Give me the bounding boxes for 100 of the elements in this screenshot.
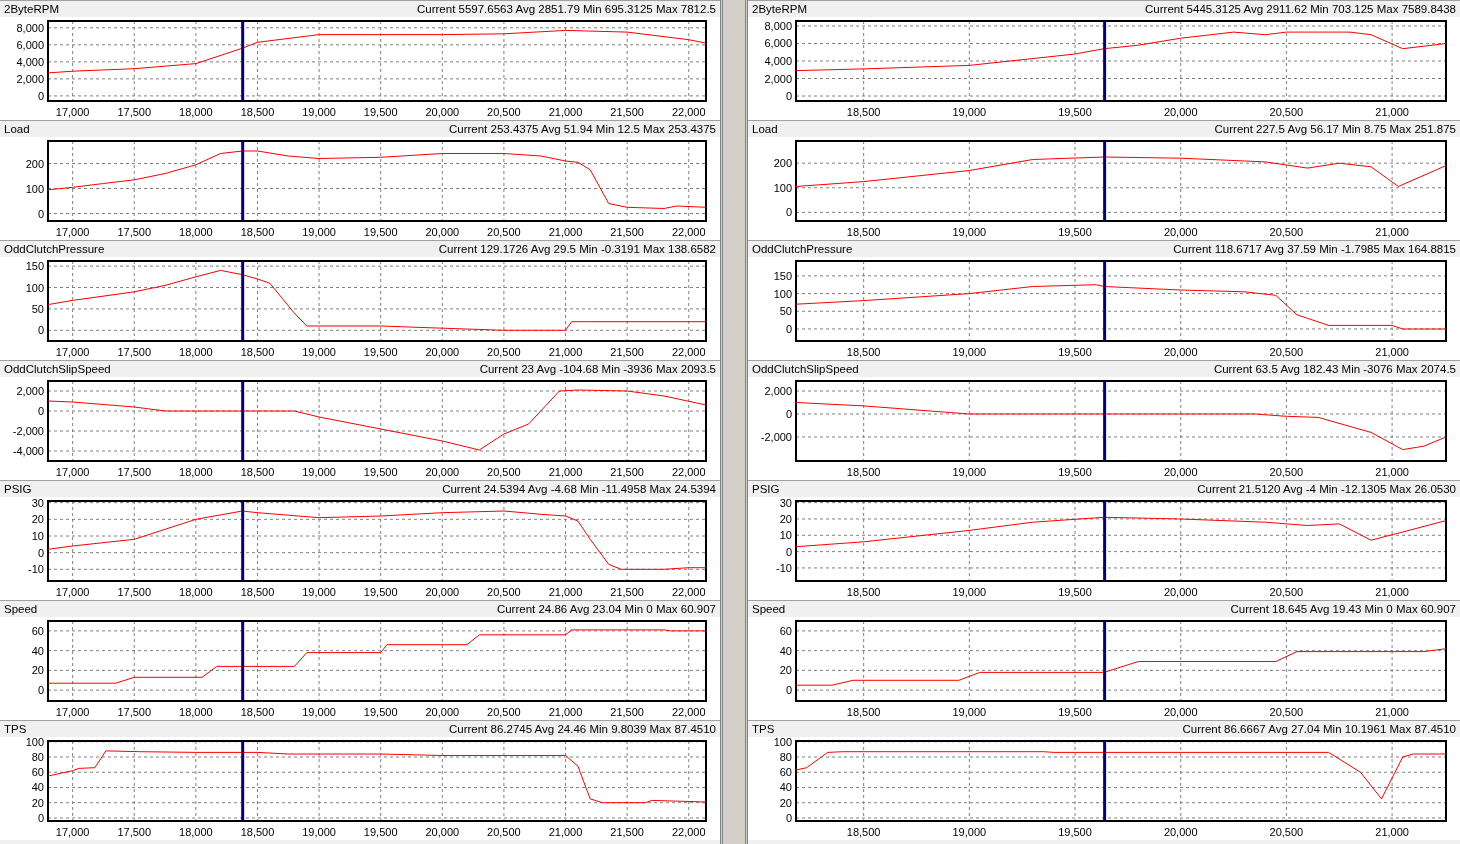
axis-tick-label: -10 (776, 561, 792, 574)
axis-tick-label: 0 (785, 322, 792, 335)
chart-stats: Current 23 Avg -104.68 Min -3936 Max 2093.5 (479, 363, 716, 375)
axis-tick-label: 20,000 (425, 706, 460, 718)
axis-tick-label: 18,500 (846, 466, 881, 478)
axis-tick-label: 19,500 (363, 346, 398, 358)
axis-tick-label: 17,500 (117, 106, 152, 118)
axis-tick-label: 20,000 (1163, 466, 1198, 478)
axis-tick-label: 19,000 (302, 706, 336, 718)
axis-tick-label: 10 (779, 529, 792, 542)
axis-tick-label: 50 (31, 302, 44, 315)
axis-tick-label: 40 (31, 644, 44, 657)
axis-tick-label: 20,500 (1269, 466, 1304, 478)
axis-tick-label: 19,500 (1058, 706, 1092, 718)
axis-tick-label: 18,500 (240, 346, 275, 358)
axis-tick-label: 21,000 (548, 346, 583, 358)
axis-tick-label: 19,000 (302, 106, 336, 118)
chart-title: TPS (4, 723, 27, 735)
axis-tick-label: 20,500 (487, 106, 521, 118)
axis-tick-label: 20,000 (1163, 346, 1198, 358)
chart-title: OddClutchSlipSpeed (752, 363, 859, 375)
axis-tick-label: 20,500 (1269, 226, 1304, 238)
chart-title: 2ByteRPM (752, 3, 807, 15)
axis-tick-label: 21,500 (610, 826, 644, 838)
chart-title: 2ByteRPM (4, 3, 59, 15)
axis-tick-label: 19,000 (302, 586, 336, 598)
axis-tick-label: 20,000 (1163, 706, 1198, 718)
axis-tick-label: 17,500 (117, 706, 152, 718)
chart-title: Load (4, 123, 30, 135)
chart-stats: Current 227.5 Avg 56.17 Min 8.75 Max 251.875 (1214, 123, 1456, 135)
axis-tick-label: 21,000 (1375, 346, 1409, 358)
chart-title: TPS (752, 723, 775, 735)
chart-title: OddClutchPressure (4, 243, 105, 255)
axis-tick-label: 40 (31, 781, 44, 794)
chart-title: PSIG (752, 483, 780, 495)
axis-tick-label: 22,000 (671, 466, 706, 478)
axis-tick-label: 21,000 (1375, 466, 1409, 478)
axis-tick-label: 18,500 (846, 346, 881, 358)
axis-tick-label: 0 (37, 89, 44, 102)
axis-tick-label: 20,000 (1163, 826, 1198, 838)
axis-tick-label: 18,000 (179, 466, 213, 478)
axis-tick-label: -2,000 (12, 425, 44, 437)
axis-tick-label: 21,500 (610, 226, 644, 238)
axis-tick-label: 18,000 (179, 346, 213, 358)
axis-tick-label: 20 (779, 664, 792, 677)
axis-tick-label: 19,500 (363, 106, 398, 118)
axis-tick-label: 100 (25, 281, 44, 294)
axis-tick-label: 18,500 (240, 826, 275, 838)
axis-tick-label: 21,500 (610, 466, 644, 478)
axis-tick-label: 18,500 (846, 586, 881, 598)
axis-tick-label: 21,000 (1375, 106, 1409, 118)
axis-tick-label: 21,500 (610, 346, 644, 358)
axis-tick-label: 18,500 (846, 106, 881, 118)
axis-tick-label: 19,000 (952, 466, 987, 478)
axis-tick-label: 20,000 (1163, 106, 1198, 118)
axis-tick-label: 18,000 (179, 226, 213, 238)
axis-tick-label: 19,000 (952, 706, 987, 718)
axis-tick-label: 100 (773, 737, 792, 748)
axis-tick-label: 21,000 (548, 586, 583, 598)
chart-stats: Current 18.645 Avg 19.43 Min 0 Max 60.907 (1230, 603, 1456, 615)
axis-tick-label: 0 (785, 206, 792, 219)
axis-tick-label: 17,000 (55, 466, 90, 478)
axis-tick-label: 0 (785, 684, 792, 697)
axis-tick-label: 18,500 (240, 586, 275, 598)
axis-tick-label: 50 (779, 305, 792, 318)
axis-tick-label: 22,000 (671, 586, 706, 598)
axis-tick-label: 30 (779, 497, 792, 509)
axis-tick-label: 19,000 (302, 466, 336, 478)
axis-tick-label: 21,000 (548, 106, 583, 118)
axis-tick-label: 20,000 (425, 226, 460, 238)
chart-stats: Current 86.2745 Avg 24.46 Min 9.8039 Max 87.4510 (448, 723, 716, 735)
axis-tick-label: 18,000 (179, 706, 213, 718)
chart-stats: Current 5445.3125 Avg 2911.62 Min 703.125 Max 7589.8438 (1145, 3, 1456, 15)
chart-title: OddClutchSlipSpeed (4, 363, 111, 375)
axis-tick-label: 0 (37, 207, 44, 220)
axis-tick-label: 60 (31, 624, 44, 637)
axis-tick-label: 100 (25, 737, 44, 748)
chart-title: PSIG (4, 483, 32, 495)
axis-tick-label: -2,000 (760, 431, 792, 443)
axis-tick-label: 20 (31, 796, 44, 809)
axis-tick-label: 20,000 (1163, 226, 1198, 238)
axis-tick-label: 20,500 (1269, 826, 1304, 838)
chart-title: Speed (4, 603, 38, 615)
axis-tick-label: 4,000 (764, 55, 792, 67)
axis-tick-label: 100 (25, 182, 44, 195)
axis-tick-label: 21,000 (1375, 586, 1409, 598)
axis-tick-label: 0 (785, 545, 792, 558)
axis-tick-label: 21,500 (610, 706, 644, 718)
chart-stats: Current 86.6667 Avg 27.04 Min 10.1961 Max 87.4510 (1182, 723, 1456, 735)
axis-tick-label: 6,000 (16, 38, 44, 51)
axis-tick-label: 20,500 (487, 706, 521, 718)
axis-tick-label: 2,000 (764, 385, 792, 397)
axis-tick-label: 18,500 (240, 106, 275, 118)
axis-tick-label: 19,500 (1058, 586, 1092, 598)
axis-tick-label: 20,000 (425, 466, 460, 478)
axis-tick-label: 21,000 (548, 706, 583, 718)
axis-tick-label: 18,000 (179, 106, 213, 118)
axis-tick-label: 18,500 (846, 226, 881, 238)
axis-tick-label: -4,000 (12, 445, 44, 457)
axis-tick-label: 19,000 (952, 106, 987, 118)
